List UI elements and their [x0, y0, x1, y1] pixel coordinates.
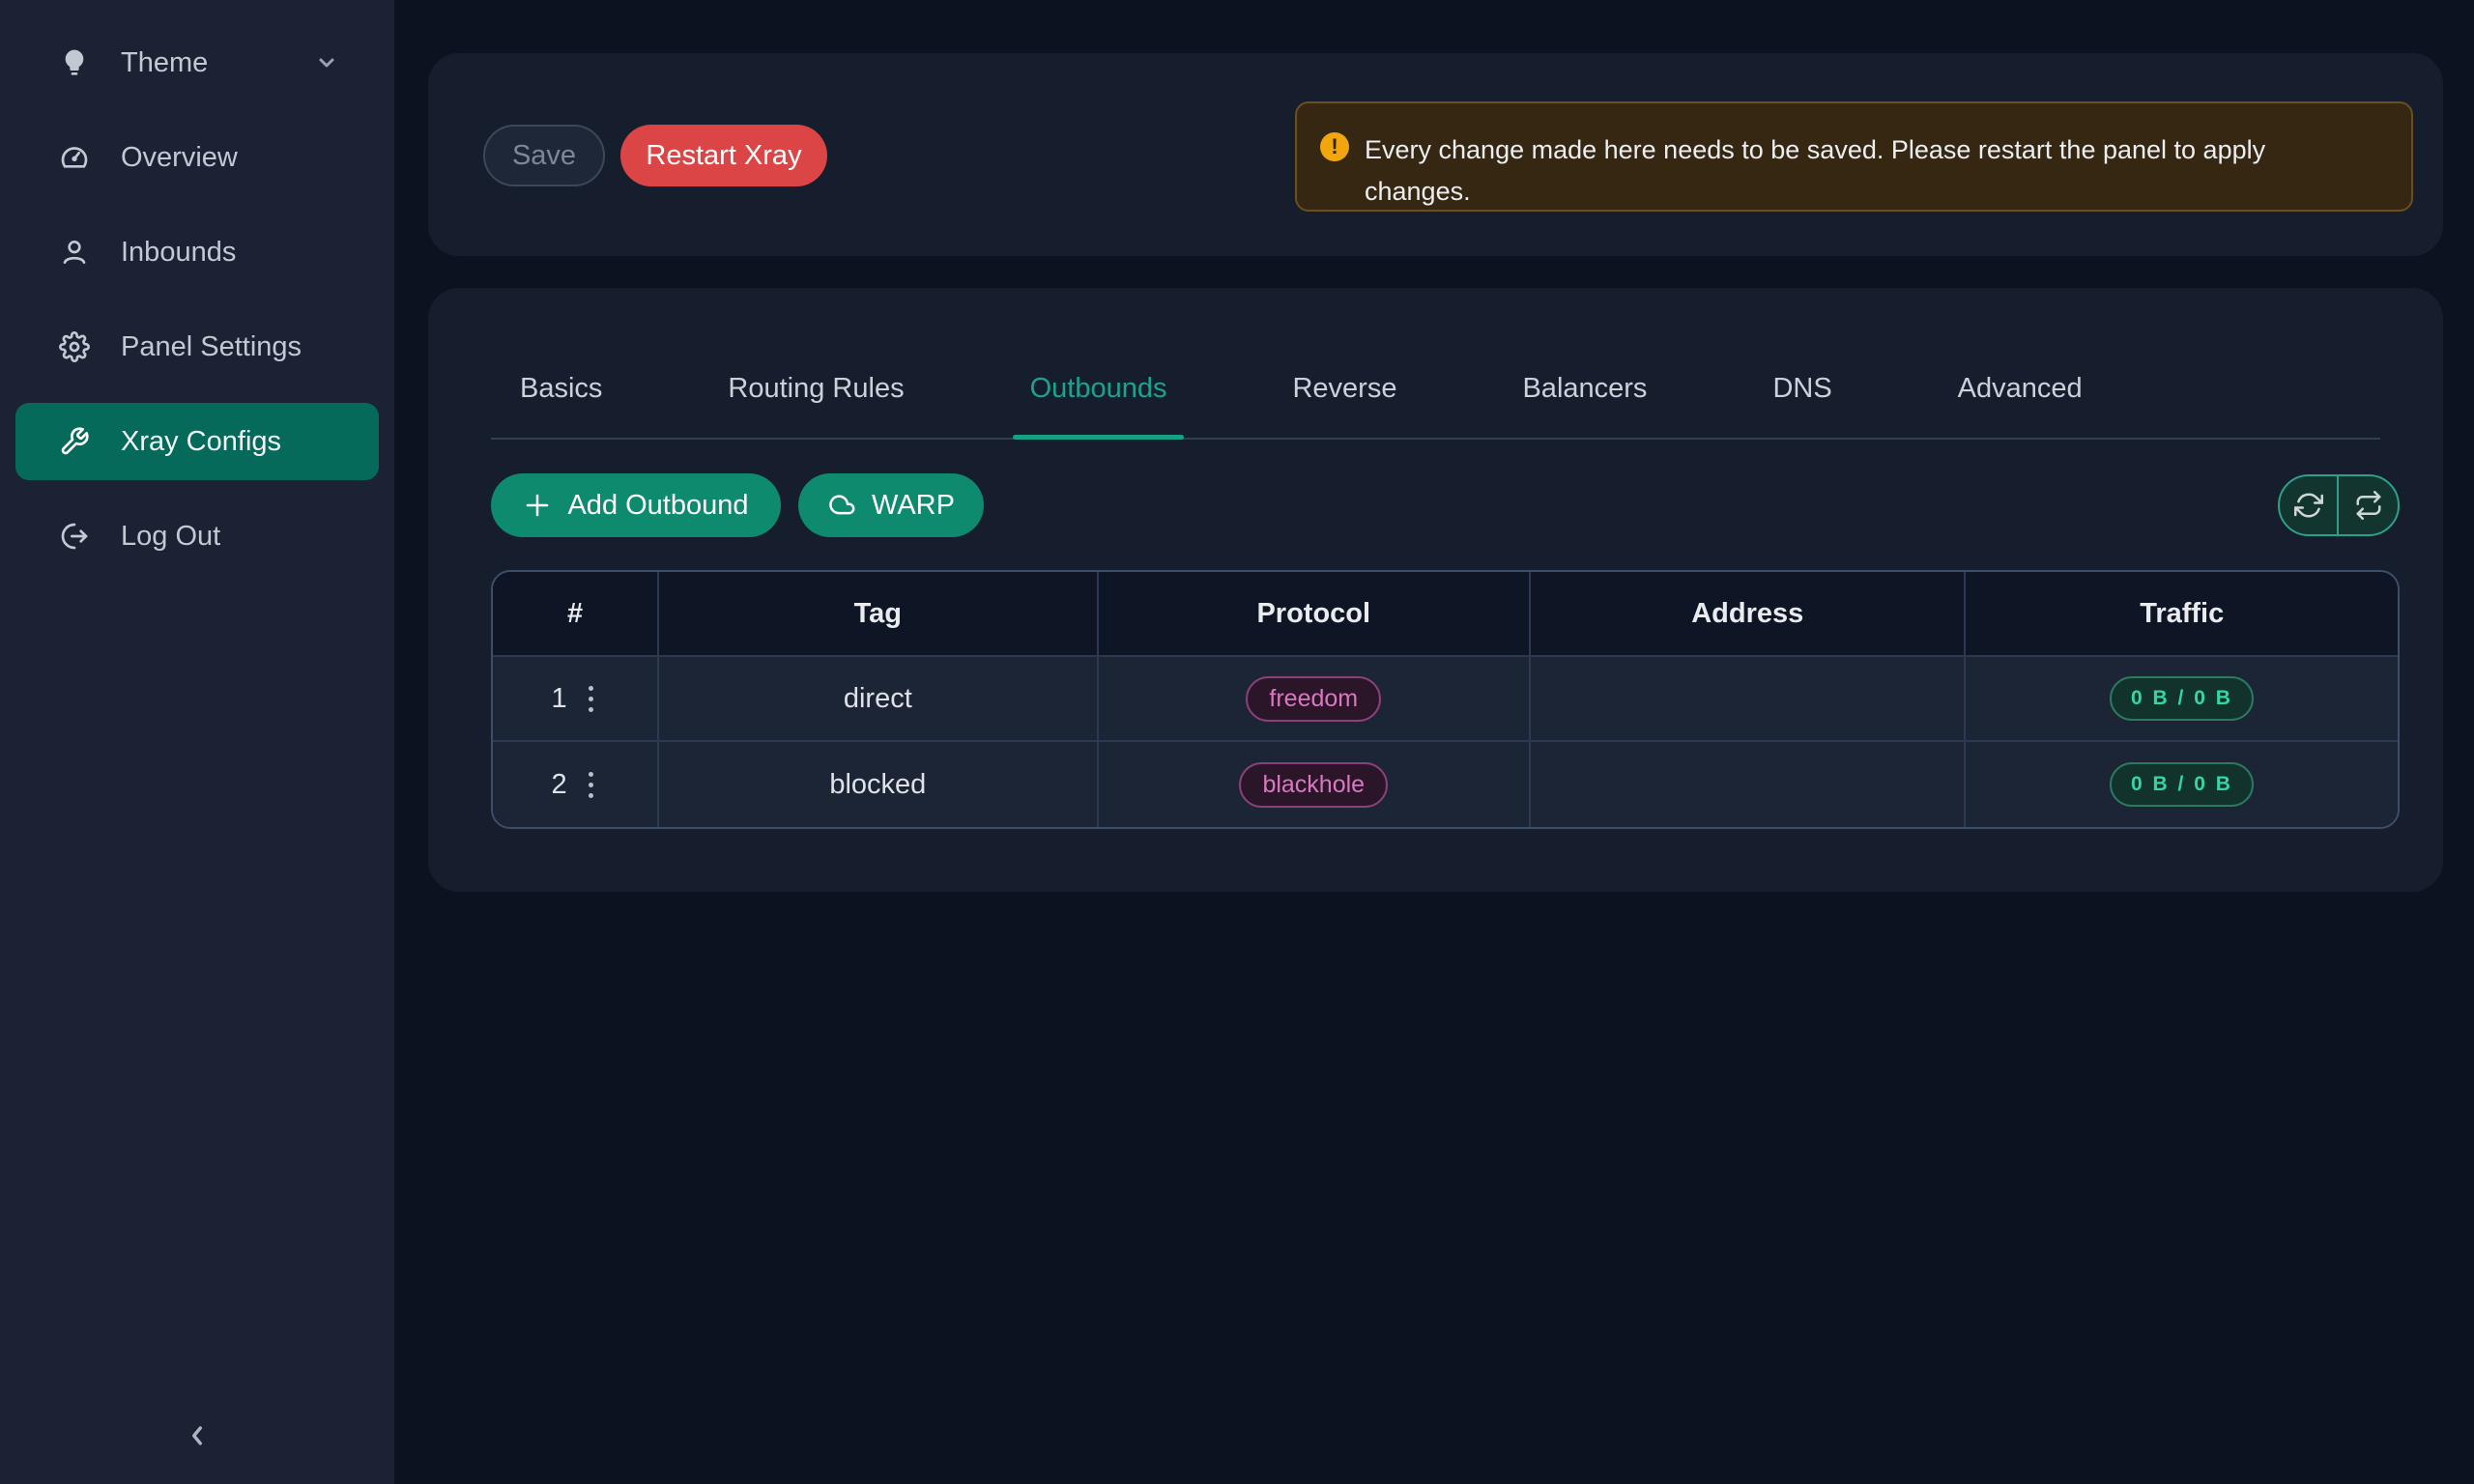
refresh-button[interactable] [2280, 476, 2339, 534]
sidebar-item-inbounds[interactable]: Inbounds [15, 214, 379, 291]
column-header-traffic: Traffic [1966, 572, 2398, 657]
tab-outbounds[interactable]: Outbounds [1013, 373, 1185, 438]
sidebar: Theme Overview Inbounds [0, 0, 394, 1484]
tab-reverse[interactable]: Reverse [1275, 373, 1414, 438]
cloud-icon [827, 491, 856, 520]
sidebar-item-label: Theme [121, 47, 208, 79]
alert-text: Every change made here needs to be saved… [1365, 129, 2350, 213]
warp-button[interactable]: WARP [798, 473, 984, 537]
repeat-icon [2354, 491, 2383, 520]
unsaved-changes-alert: ! Every change made here needs to be sav… [1295, 101, 2413, 212]
gear-icon [59, 331, 90, 362]
tab-dns[interactable]: DNS [1755, 373, 1849, 438]
address-cell [1531, 742, 1966, 827]
tab-balancers[interactable]: Balancers [1505, 373, 1664, 438]
sidebar-item-overview[interactable]: Overview [15, 119, 379, 196]
wrench-icon [59, 426, 90, 457]
plus-icon [523, 491, 552, 520]
row-index: 2 [551, 769, 566, 801]
add-outbound-label: Add Outbound [567, 490, 748, 522]
column-header-tag: Tag [659, 572, 1098, 657]
main-content: Save Restart Xray ! Every change made he… [394, 0, 2474, 1484]
warp-label: WARP [872, 490, 955, 522]
column-header-protocol: Protocol [1099, 572, 1532, 657]
traffic-badge: 0 B / 0 B [2110, 762, 2254, 807]
gauge-icon [59, 142, 90, 173]
config-tabs: Basics Routing Rules Outbounds Reverse B… [491, 288, 2380, 440]
chevron-left-icon [182, 1420, 213, 1451]
protocol-badge: freedom [1246, 676, 1381, 722]
table-body: 1 direct freedom 0 B / 0 B [493, 657, 2398, 827]
column-header-index: # [493, 572, 659, 657]
tag-cell: direct [659, 657, 1098, 742]
sidebar-item-label: Xray Configs [121, 426, 281, 458]
sidebar-item-panel-settings[interactable]: Panel Settings [15, 308, 379, 385]
table-row: 2 blocked blackhole 0 B / 0 B [493, 742, 2398, 827]
save-button[interactable]: Save [483, 125, 605, 186]
column-header-address: Address [1531, 572, 1966, 657]
traffic-badge: 0 B / 0 B [2110, 676, 2254, 721]
user-icon [59, 237, 90, 268]
chevron-down-icon [315, 51, 338, 74]
tab-routing-rules[interactable]: Routing Rules [710, 373, 921, 438]
sidebar-collapse-button[interactable] [0, 1420, 394, 1451]
address-cell [1531, 657, 1966, 742]
reset-traffic-button[interactable] [2339, 476, 2398, 534]
sidebar-item-label: Overview [121, 142, 238, 174]
xray-config-card: Basics Routing Rules Outbounds Reverse B… [428, 288, 2443, 892]
tab-advanced[interactable]: Advanced [1941, 373, 2100, 438]
sidebar-item-label: Inbounds [121, 237, 236, 269]
table-header: # Tag Protocol Address Traffic [493, 572, 2398, 657]
table-actions-group [2278, 474, 2400, 536]
row-menu-icon[interactable] [583, 680, 599, 718]
outbounds-table: # Tag Protocol Address Traffic 1 direct [491, 570, 2400, 829]
sidebar-item-log-out[interactable]: Log Out [15, 498, 379, 575]
bulb-icon [59, 47, 90, 78]
tab-basics[interactable]: Basics [503, 373, 619, 438]
sidebar-item-xray-configs[interactable]: Xray Configs [15, 403, 379, 480]
sidebar-item-theme[interactable]: Theme [15, 24, 379, 101]
add-outbound-button[interactable]: Add Outbound [491, 473, 781, 537]
table-row: 1 direct freedom 0 B / 0 B [493, 657, 2398, 742]
sidebar-item-label: Panel Settings [121, 331, 302, 363]
row-menu-icon[interactable] [583, 766, 599, 804]
refresh-icon [2294, 491, 2323, 520]
logout-icon [59, 521, 90, 552]
protocol-badge: blackhole [1239, 762, 1388, 808]
outbounds-toolbar: Add Outbound WARP [491, 473, 2400, 537]
warning-icon: ! [1320, 132, 1349, 161]
tag-cell: blocked [659, 742, 1098, 827]
restart-xray-button[interactable]: Restart Xray [620, 125, 827, 186]
actions-card: Save Restart Xray ! Every change made he… [428, 53, 2443, 256]
row-index: 1 [551, 683, 566, 715]
sidebar-item-label: Log Out [121, 521, 220, 553]
